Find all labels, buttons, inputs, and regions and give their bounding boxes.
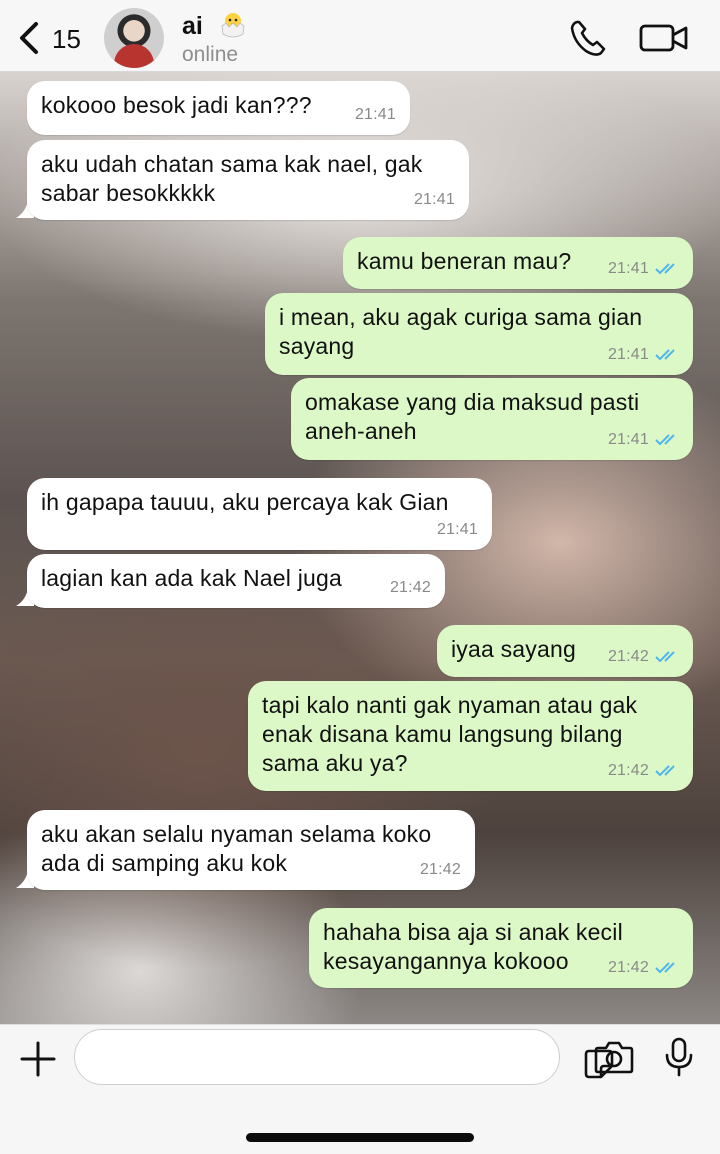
message-text: ih gapapa tauuu, aku percaya kak Gian <box>41 489 449 515</box>
message-time: 21:41 <box>608 425 681 454</box>
message-text: lagian kan ada kak Nael juga <box>41 565 342 591</box>
message-time: 21:41 <box>413 191 455 208</box>
plus-icon[interactable] <box>20 1041 56 1077</box>
read-ticks-icon <box>655 263 675 275</box>
message-text: tapi kalo nanti gak nyaman atau gak enak… <box>262 692 638 776</box>
message-time: 21:42 <box>608 756 681 785</box>
message-time: 21:41 <box>608 254 681 283</box>
contact-status: online <box>182 43 239 66</box>
input-bar <box>0 1024 720 1154</box>
microphone-icon[interactable] <box>664 1037 694 1077</box>
message-bubble-incoming[interactable]: ih gapapa tauuu, aku percaya kak Gian 21… <box>27 478 492 550</box>
message-bubble-outgoing[interactable]: tapi kalo nanti gak nyaman atau gak enak… <box>248 681 693 791</box>
hatching-chick-icon <box>221 13 245 38</box>
message-time: 21:42 <box>608 953 681 982</box>
message-text: kamu beneran mau? <box>357 248 572 274</box>
contact-name[interactable]: ai <box>182 12 203 41</box>
read-ticks-icon <box>655 765 675 777</box>
message-text: kokooo besok jadi kan??? <box>41 92 312 118</box>
message-bubble-outgoing[interactable]: i mean, aku agak curiga sama gian sayang… <box>265 293 693 375</box>
message-bubble-incoming[interactable]: aku akan selalu nyaman selama koko ada d… <box>27 810 475 890</box>
message-text: omakase yang dia maksud pasti aneh-aneh <box>305 389 640 444</box>
unread-count[interactable]: 15 <box>52 24 81 55</box>
message-time: 21:41 <box>608 340 681 369</box>
message-time: 21:41 <box>354 106 396 123</box>
message-text: hahaha bisa aja si anak kecil kesayangan… <box>323 919 623 974</box>
message-time: 21:42 <box>389 579 431 596</box>
message-text: iyaa sayang <box>451 636 576 662</box>
read-ticks-icon <box>655 434 675 446</box>
read-ticks-icon <box>655 651 675 663</box>
message-text: i mean, aku agak curiga sama gian sayang <box>279 304 643 359</box>
message-bubble-incoming[interactable]: lagian kan ada kak Nael juga 21:42 <box>27 554 445 608</box>
camera-icon[interactable] <box>594 1039 634 1075</box>
home-indicator[interactable] <box>246 1133 474 1142</box>
message-input[interactable] <box>74 1029 614 1085</box>
chevron-left-icon[interactable] <box>14 20 44 56</box>
avatar[interactable] <box>104 8 164 68</box>
message-bubble-incoming[interactable]: aku udah chatan sama kak nael, gak sabar… <box>27 140 469 220</box>
phone-icon[interactable] <box>568 18 608 58</box>
message-text: aku akan selalu nyaman selama koko ada d… <box>41 821 432 876</box>
message-time: 21:41 <box>436 521 478 538</box>
chat-area[interactable]: kokooo besok jadi kan??? 21:41 aku udah … <box>0 72 720 1024</box>
chat-header: 15 ai online <box>0 0 720 72</box>
message-bubble-outgoing[interactable]: hahaha bisa aja si anak kecil kesayangan… <box>309 908 693 988</box>
message-bubble-outgoing[interactable]: omakase yang dia maksud pasti aneh-aneh … <box>291 378 693 460</box>
message-time: 21:42 <box>419 861 461 878</box>
message-bubble-incoming[interactable]: kokooo besok jadi kan??? 21:41 <box>27 81 410 135</box>
message-time: 21:42 <box>608 642 681 671</box>
message-bubble-outgoing[interactable]: iyaa sayang 21:42 <box>437 625 693 677</box>
message-bubble-outgoing[interactable]: kamu beneran mau? 21:41 <box>343 237 693 289</box>
message-text: aku udah chatan sama kak nael, gak sabar… <box>41 151 423 206</box>
video-camera-icon[interactable] <box>638 20 690 56</box>
read-ticks-icon <box>655 962 675 974</box>
read-ticks-icon <box>655 349 675 361</box>
